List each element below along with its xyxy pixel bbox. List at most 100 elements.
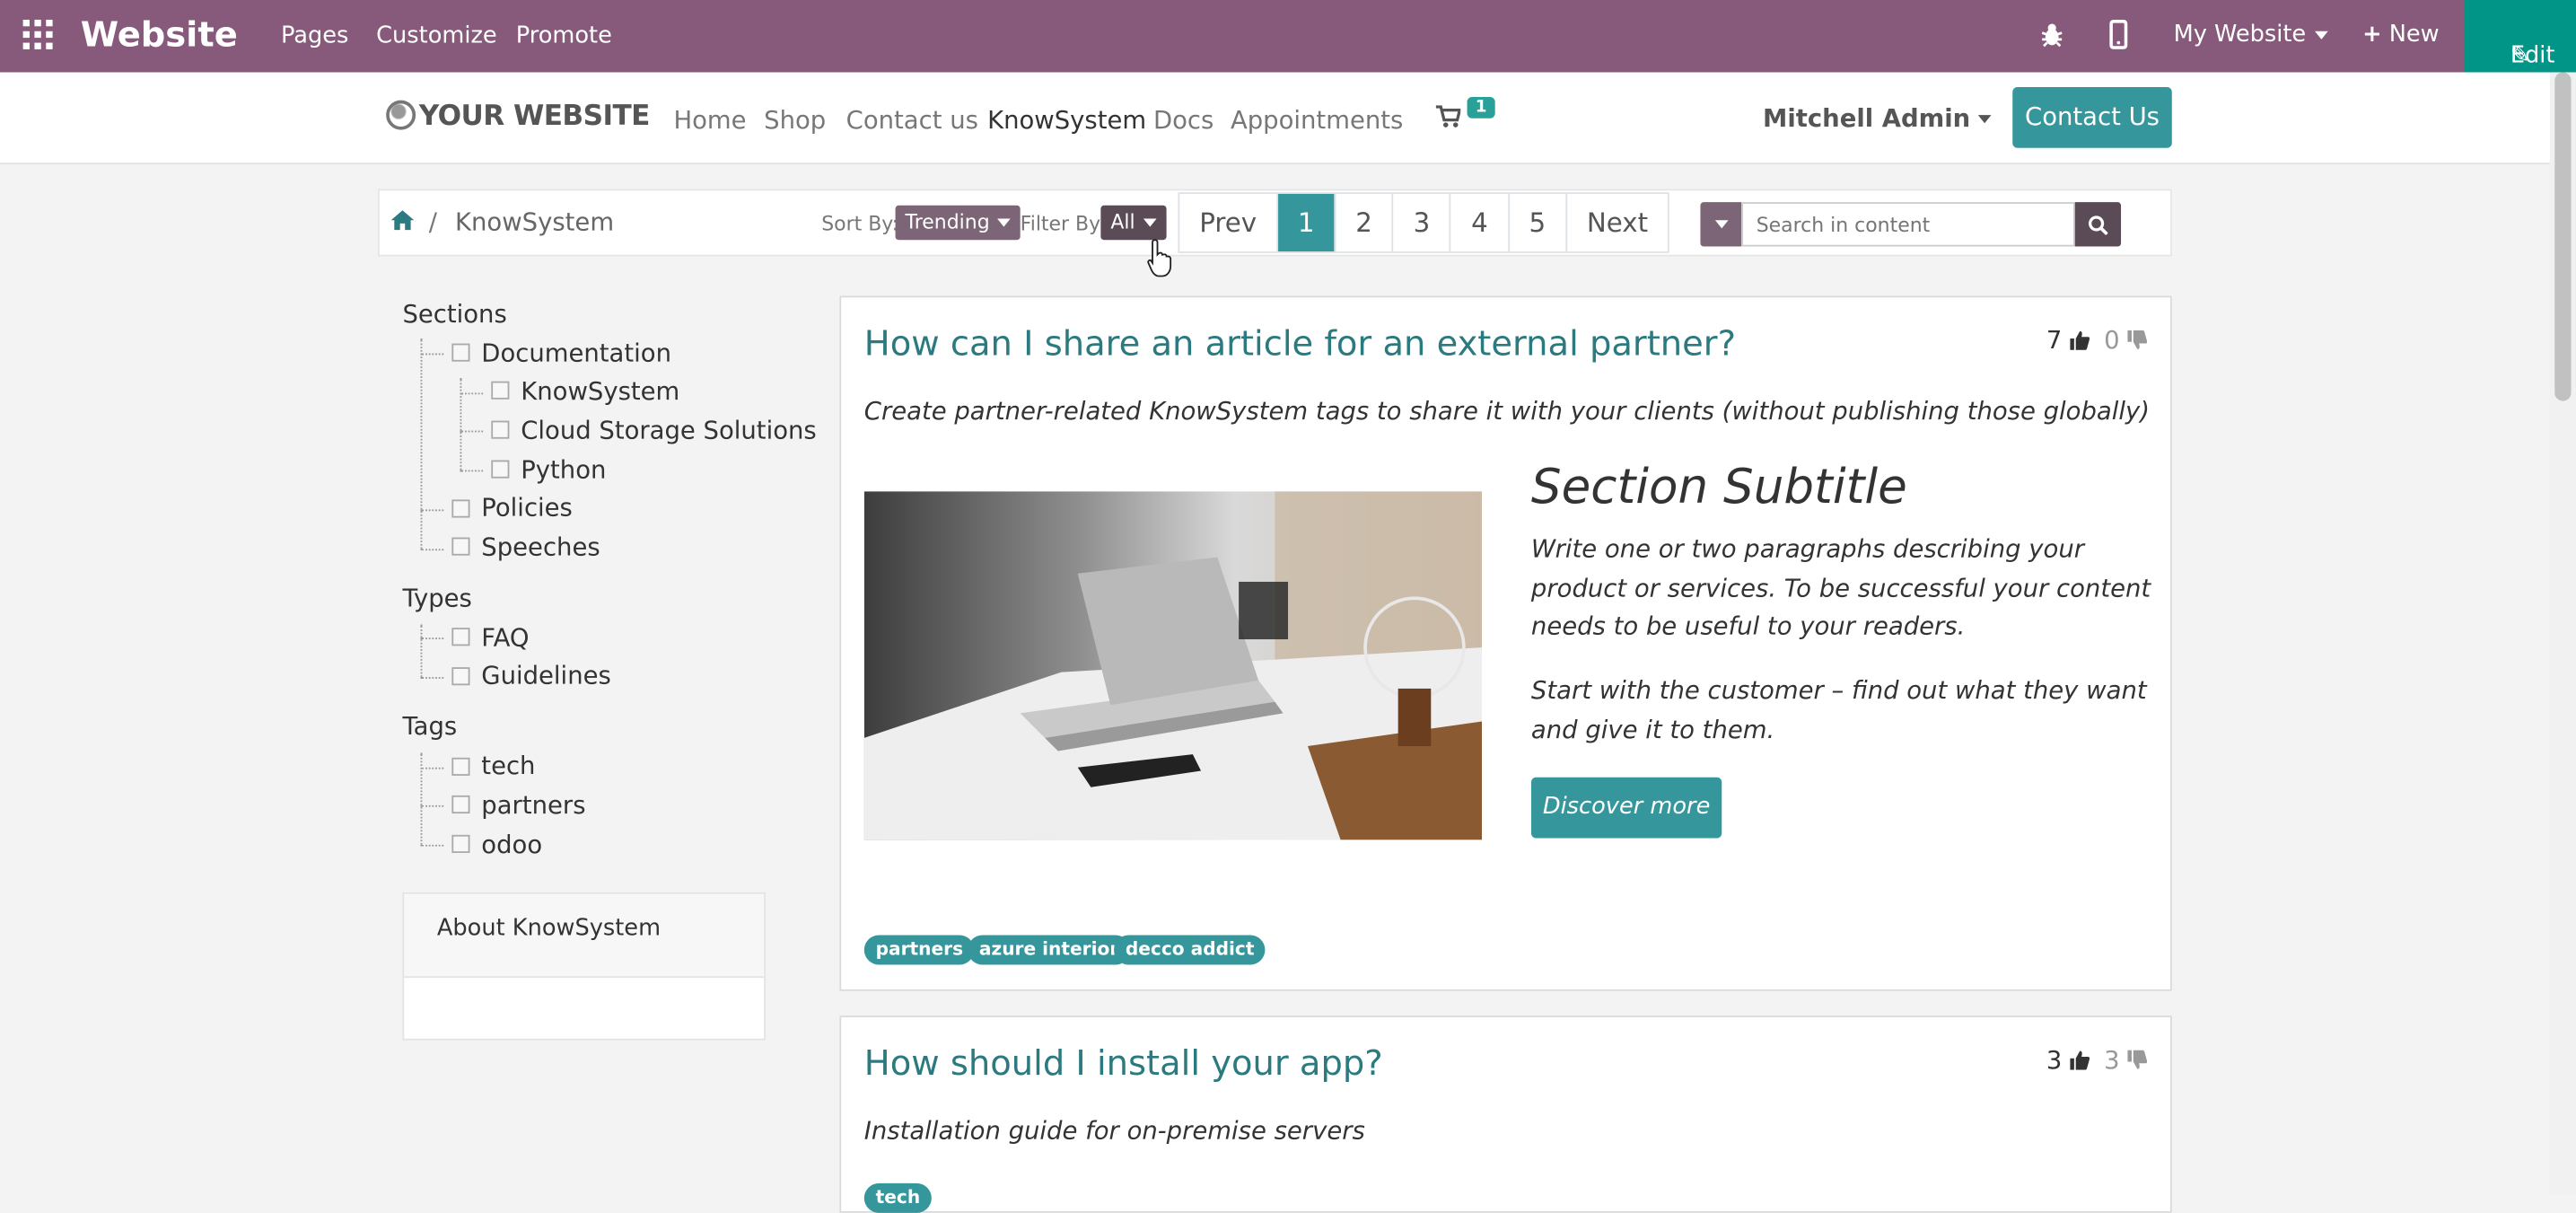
checkbox[interactable] [451, 537, 470, 556]
sort-value: Trending [905, 210, 990, 233]
section-knowsystem[interactable]: KnowSystem [521, 374, 679, 408]
pager-page-4[interactable]: 4 [1451, 193, 1510, 252]
nav-home[interactable]: Home [673, 105, 746, 135]
tree-line [460, 377, 462, 470]
menu-customize[interactable]: Customize [376, 23, 497, 49]
type-guidelines[interactable]: Guidelines [481, 659, 610, 692]
article-title[interactable]: How can I share an article for an extern… [864, 324, 1736, 364]
section-cloud-storage[interactable]: Cloud Storage Solutions [521, 414, 816, 447]
thumbs-up-icon[interactable] [2070, 1050, 2090, 1070]
pager-next[interactable]: Next [1567, 194, 1668, 251]
user-name: Mitchell Admin [1763, 103, 1971, 134]
nav-knowsystem[interactable]: KnowSystem [987, 105, 1146, 135]
checkbox[interactable] [451, 795, 470, 814]
chevron-down-icon [2314, 30, 2327, 40]
section-paragraph: Start with the customer – find out what … [1530, 675, 2147, 744]
app-brand[interactable]: Website [81, 14, 238, 54]
mobile-icon[interactable] [2109, 19, 2128, 49]
pager-page-5[interactable]: 5 [1510, 193, 1567, 252]
section-documentation[interactable]: Documentation [481, 337, 671, 370]
bug-icon[interactable] [2039, 22, 2065, 48]
tree-branch [420, 353, 444, 356]
new-button[interactable]: + New [2362, 22, 2440, 48]
filter-dropdown[interactable]: All [1100, 205, 1167, 241]
plus-icon: + [2362, 21, 2382, 48]
like-count: 3 [2046, 1045, 2063, 1076]
website-logo[interactable]: YOUR WEBSITE [386, 100, 650, 133]
edit-button[interactable]: ✎ Edit [2464, 0, 2576, 73]
tree-branch [420, 844, 444, 847]
types-heading: Types [402, 583, 472, 613]
section-paragraph: Write one or two paragraphs describing y… [1530, 533, 2151, 641]
nav-shop[interactable]: Shop [764, 105, 826, 135]
tree-branch [460, 430, 484, 433]
section-policies[interactable]: Policies [481, 491, 573, 524]
checkbox[interactable] [491, 460, 510, 479]
user-menu[interactable]: Mitchell Admin [1763, 103, 1992, 133]
section-subtitle: Section Subtitle [1530, 458, 1907, 514]
dislike-count: 0 [2104, 325, 2120, 356]
thumbs-down-icon[interactable] [2127, 330, 2148, 350]
nav-docs[interactable]: Docs [1153, 105, 1214, 135]
nav-appointments[interactable]: Appointments [1231, 105, 1403, 135]
checkbox[interactable] [451, 667, 470, 686]
home-icon[interactable] [390, 210, 415, 231]
checkbox[interactable] [451, 499, 470, 518]
nav-contact-us[interactable]: Contact us [846, 105, 978, 135]
about-heading[interactable]: About KnowSystem [404, 893, 765, 979]
page-scrollbar[interactable] [2549, 72, 2576, 1195]
type-faq[interactable]: FAQ [481, 621, 529, 655]
tag-partners[interactable]: partners [481, 789, 585, 822]
hand-cursor-icon [1147, 239, 1172, 277]
tree-branch [460, 392, 484, 395]
sort-dropdown[interactable]: Trending [895, 205, 1021, 241]
website-selector[interactable]: My Website [2174, 22, 2327, 48]
tags-heading: Tags [402, 711, 458, 742]
sections-heading: Sections [402, 299, 507, 330]
tree-branch [420, 677, 444, 679]
thumbs-down-icon[interactable] [2127, 1050, 2148, 1070]
menu-pages[interactable]: Pages [281, 23, 348, 49]
about-panel: About KnowSystem [402, 892, 766, 1041]
article-summary: Installation guide for on-premise server… [863, 1115, 1365, 1146]
tag-tech[interactable]: tech [481, 750, 535, 783]
tag-badge[interactable]: decco addict [1114, 935, 1266, 965]
tag-badge[interactable]: partners [863, 935, 975, 965]
checkbox[interactable] [451, 628, 470, 646]
checkbox[interactable] [451, 343, 470, 362]
contact-us-button[interactable]: Contact Us [2012, 87, 2172, 148]
search-input[interactable] [1741, 202, 2075, 247]
pager-prev[interactable]: Prev [1179, 193, 1278, 252]
pager-page-1[interactable]: 1 [1277, 193, 1336, 252]
article-summary: Create partner-related KnowSystem tags t… [863, 396, 2150, 426]
discover-more-button[interactable]: Discover more [1530, 777, 1722, 839]
tree-branch [420, 637, 444, 640]
tag-odoo[interactable]: odoo [481, 829, 542, 862]
tag-badge[interactable]: azure interior [968, 935, 1131, 965]
tree-line [420, 752, 423, 845]
article-image [863, 491, 1483, 840]
breadcrumb-separator: / [428, 207, 438, 237]
pagination: Prev 1 2 3 4 5 Next [1178, 192, 1669, 253]
search-button[interactable] [2074, 202, 2122, 247]
edit-button-label: Edit [2510, 42, 2555, 69]
apps-menu-icon[interactable] [22, 19, 53, 49]
checkbox[interactable] [491, 381, 510, 400]
pager-page-2[interactable]: 2 [1336, 193, 1394, 252]
pager-page-3[interactable]: 3 [1394, 193, 1452, 252]
cart-icon[interactable] [1435, 105, 1461, 128]
article-title[interactable]: How should I install your app? [864, 1043, 1383, 1083]
scrollbar-thumb[interactable] [2554, 72, 2572, 401]
section-python[interactable]: Python [521, 453, 606, 487]
search-options-dropdown[interactable] [1700, 202, 1742, 247]
thumbs-up-icon[interactable] [2070, 330, 2090, 350]
tree-branch [420, 549, 444, 551]
checkbox[interactable] [491, 420, 510, 439]
menu-promote[interactable]: Promote [516, 23, 612, 49]
checkbox[interactable] [451, 757, 470, 776]
website-navbar: YOUR WEBSITE Home Shop Contact us KnowSy… [0, 72, 2576, 165]
section-speeches[interactable]: Speeches [481, 531, 600, 564]
tree-branch [420, 767, 444, 769]
tag-badge[interactable]: tech [863, 1182, 932, 1213]
checkbox[interactable] [451, 834, 470, 853]
